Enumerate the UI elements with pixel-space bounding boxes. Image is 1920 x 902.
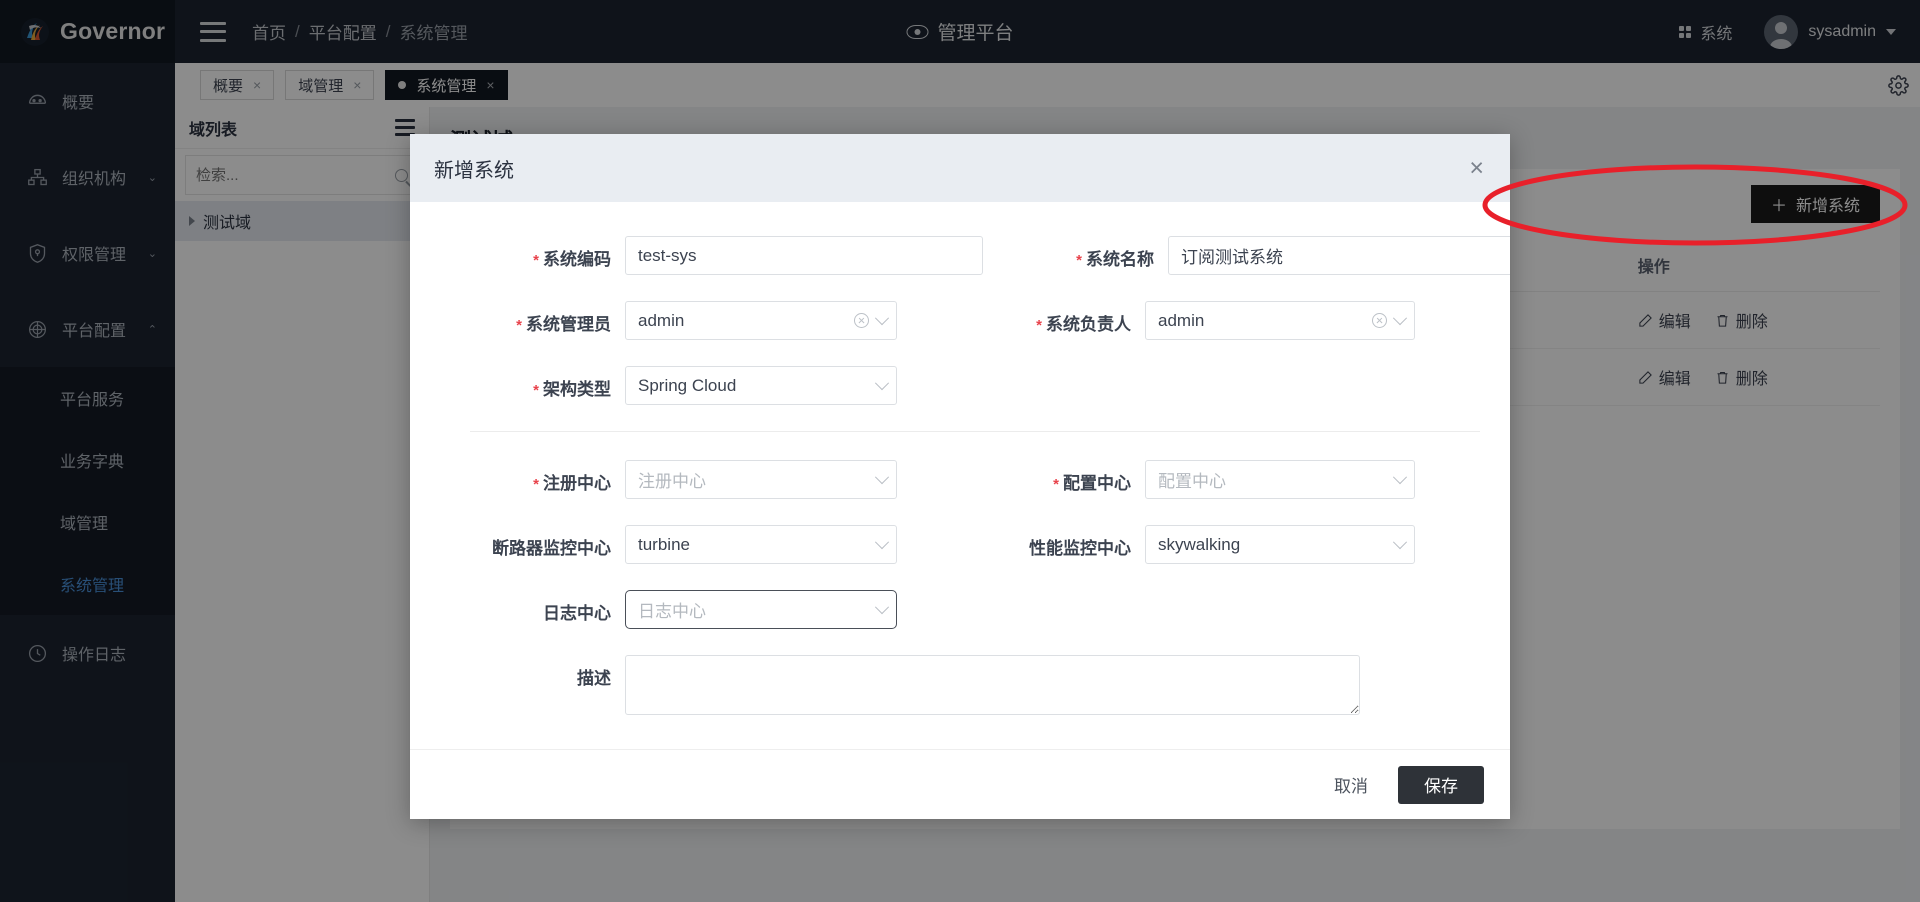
config-center-select-icons — [1395, 460, 1405, 499]
chevron-down-icon[interactable] — [875, 600, 889, 614]
arch-type-select-icons — [877, 366, 887, 405]
dialog-header: 新增系统 × — [410, 134, 1510, 202]
log-center-select-icons — [877, 590, 887, 629]
control-perf-monitor: skywalking — [1145, 525, 1415, 564]
label-text: 注册中心 — [543, 474, 611, 493]
label-text: 架构类型 — [543, 380, 611, 399]
label-text: 配置中心 — [1063, 474, 1131, 493]
close-icon[interactable]: × — [1465, 156, 1488, 181]
dialog-body: *系统编码 test-sys *系统名称 订阅测试系统 — [410, 202, 1510, 749]
sys-owner-select-icons — [1372, 301, 1405, 340]
required-asterisk: * — [1076, 252, 1082, 269]
description-textarea[interactable] — [625, 655, 1360, 715]
required-asterisk: * — [533, 252, 539, 269]
label-description: 描述 — [440, 655, 625, 689]
chevron-down-icon[interactable] — [875, 376, 889, 390]
sys-admin-select-icons — [854, 301, 887, 340]
required-asterisk: * — [533, 476, 539, 493]
field-breaker: 断路器监控中心 turbine — [440, 525, 960, 564]
required-asterisk: * — [533, 382, 539, 399]
log-center-select[interactable]: 日志中心 — [625, 590, 897, 629]
form-row-4: *注册中心 注册中心 *配置中心 配置中心 — [440, 460, 1480, 499]
required-asterisk: * — [516, 317, 522, 334]
form-row-6: 日志中心 日志中心 — [440, 590, 1480, 629]
field-description: 描述 — [440, 655, 1480, 720]
arch-type-select[interactable]: Spring Cloud — [625, 366, 897, 405]
label-sys-admin: *系统管理员 — [440, 301, 625, 335]
control-description — [625, 655, 1360, 720]
field-sys-admin: *系统管理员 admin — [440, 301, 960, 340]
form-row-2: *系统管理员 admin *系统负责人 admi — [440, 301, 1480, 340]
registry-select-icons — [877, 460, 887, 499]
control-arch-type: Spring Cloud — [625, 366, 897, 405]
sys-name-input[interactable]: 订阅测试系统 — [1168, 236, 1510, 275]
required-asterisk: * — [1036, 317, 1042, 334]
label-text: 性能监控中心 — [1029, 539, 1131, 558]
label-sys-code: *系统编码 — [440, 236, 625, 270]
label-text: 日志中心 — [543, 604, 611, 623]
dialog-title: 新增系统 — [434, 154, 514, 183]
control-sys-code: test-sys — [625, 236, 983, 275]
dialog-footer: 取消 保存 — [410, 749, 1510, 819]
label-text: 系统编码 — [543, 250, 611, 269]
form-divider — [470, 431, 1480, 432]
add-system-dialog: 新增系统 × *系统编码 test-sys *系统名称 — [410, 134, 1510, 819]
label-text: 断路器监控中心 — [492, 539, 611, 558]
breaker-select-icons — [877, 525, 887, 564]
label-text: 系统名称 — [1086, 250, 1154, 269]
cancel-button[interactable]: 取消 — [1320, 764, 1382, 805]
label-config-center: *配置中心 — [960, 460, 1145, 494]
control-sys-admin: admin — [625, 301, 897, 340]
field-sys-code: *系统编码 test-sys — [440, 236, 983, 275]
form-row-3: *架构类型 Spring Cloud — [440, 366, 1480, 405]
label-text: 系统负责人 — [1046, 315, 1131, 334]
perf-monitor-select[interactable]: skywalking — [1145, 525, 1415, 564]
form-row-7: 描述 — [440, 655, 1480, 720]
clear-icon[interactable] — [1372, 313, 1387, 328]
app-root: Governor 首页 / 平台配置 / 系统管理 管理平台 系统 — [0, 0, 1920, 902]
field-spacer-2 — [960, 590, 1480, 629]
config-center-select[interactable]: 配置中心 — [1145, 460, 1415, 499]
label-sys-owner: *系统负责人 — [960, 301, 1145, 335]
chevron-down-icon[interactable] — [875, 470, 889, 484]
perf-monitor-select-icons — [1395, 525, 1405, 564]
control-breaker: turbine — [625, 525, 897, 564]
form-row-5: 断路器监控中心 turbine 性能监控中心 skywalking — [440, 525, 1480, 564]
field-spacer — [960, 366, 1480, 405]
breaker-select[interactable]: turbine — [625, 525, 897, 564]
sys-code-input[interactable]: test-sys — [625, 236, 983, 275]
label-sys-name: *系统名称 — [983, 236, 1168, 270]
registry-select[interactable]: 注册中心 — [625, 460, 897, 499]
chevron-down-icon[interactable] — [1393, 470, 1407, 484]
control-sys-name: 订阅测试系统 — [1168, 236, 1510, 275]
control-log-center: 日志中心 — [625, 590, 897, 629]
save-button[interactable]: 保存 — [1398, 766, 1484, 804]
field-sys-owner: *系统负责人 admin — [960, 301, 1480, 340]
field-sys-name: *系统名称 订阅测试系统 — [983, 236, 1510, 275]
control-registry: 注册中心 — [625, 460, 897, 499]
chevron-down-icon[interactable] — [875, 535, 889, 549]
label-text: 描述 — [577, 669, 611, 688]
field-log-center: 日志中心 日志中心 — [440, 590, 960, 629]
form-row-1: *系统编码 test-sys *系统名称 订阅测试系统 — [440, 236, 1480, 275]
field-registry: *注册中心 注册中心 — [440, 460, 960, 499]
label-log-center: 日志中心 — [440, 590, 625, 624]
label-registry: *注册中心 — [440, 460, 625, 494]
required-asterisk: * — [1053, 476, 1059, 493]
control-config-center: 配置中心 — [1145, 460, 1415, 499]
chevron-down-icon[interactable] — [875, 311, 889, 325]
label-text: 系统管理员 — [526, 315, 611, 334]
chevron-down-icon[interactable] — [1393, 311, 1407, 325]
field-config-center: *配置中心 配置中心 — [960, 460, 1480, 499]
control-sys-owner: admin — [1145, 301, 1415, 340]
label-arch-type: *架构类型 — [440, 366, 625, 400]
label-breaker: 断路器监控中心 — [440, 525, 625, 559]
field-arch-type: *架构类型 Spring Cloud — [440, 366, 960, 405]
label-perf-monitor: 性能监控中心 — [960, 525, 1145, 559]
clear-icon[interactable] — [854, 313, 869, 328]
field-perf-monitor: 性能监控中心 skywalking — [960, 525, 1480, 564]
chevron-down-icon[interactable] — [1393, 535, 1407, 549]
